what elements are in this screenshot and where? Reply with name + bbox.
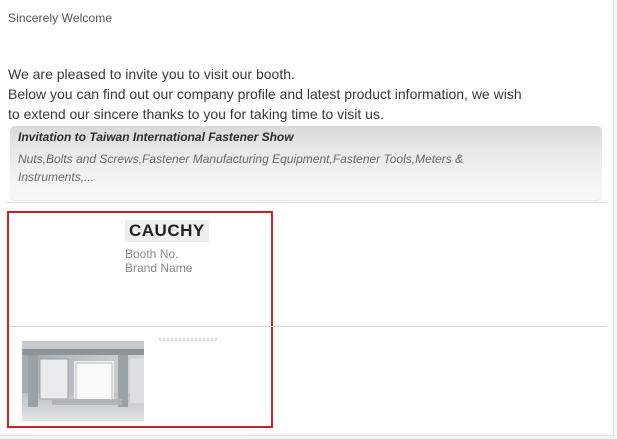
- booth-card[interactable]: CAUCHY Booth No. Brand Name: [7, 211, 607, 428]
- company-name[interactable]: CAUCHY: [125, 220, 209, 242]
- booth-photo-graphic: [22, 341, 144, 421]
- intro-paragraph: We are pleased to invite you to visit ou…: [8, 64, 614, 124]
- booth-photo-icon[interactable]: [22, 341, 144, 421]
- intro-line-1: We are pleased to invite you to visit ou…: [8, 66, 295, 82]
- greeting-text: Sincerely Welcome: [8, 11, 113, 25]
- show-invitation-banner[interactable]: Invitation to Taiwan International Faste…: [10, 126, 602, 200]
- intro-line-2: Below you can find out our company profi…: [8, 86, 522, 102]
- booth-number-label: Booth No.: [125, 247, 179, 261]
- intro-line-3: to extend our sincere thanks to you for …: [8, 106, 384, 122]
- section-divider: [6, 202, 606, 203]
- banner-title: Invitation to Taiwan International Faste…: [18, 130, 294, 144]
- booth-detail-panel: [273, 211, 606, 428]
- invitation-page: Sincerely Welcome We are pleased to invi…: [0, 0, 614, 436]
- banner-description: Nuts,Bolts and Screws,Fastener Manufactu…: [18, 152, 464, 184]
- brand-name-label: Brand Name: [125, 261, 193, 275]
- faint-caption-mark: [159, 338, 219, 341]
